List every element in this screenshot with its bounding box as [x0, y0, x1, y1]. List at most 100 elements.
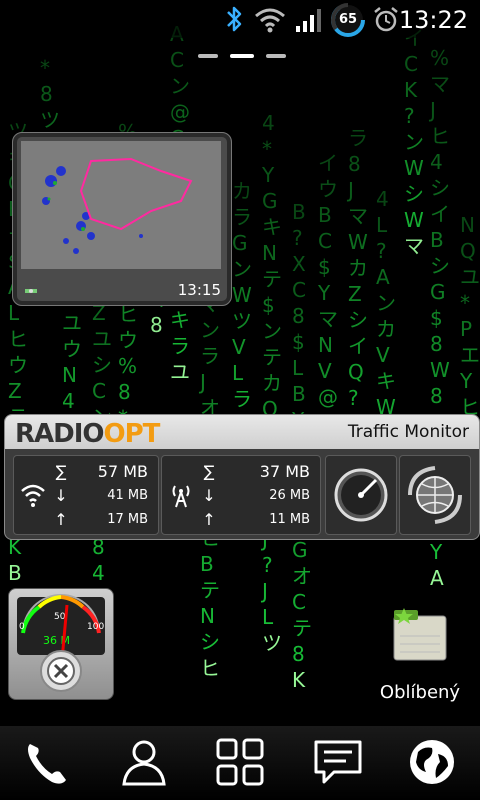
- svg-text:8: 8: [118, 380, 131, 404]
- mobile-total-value: 37 MB: [259, 462, 310, 481]
- svg-text:ン: ン: [170, 74, 190, 98]
- svg-text:C: C: [404, 52, 418, 76]
- traffic-monitor-widget[interactable]: RADIOOPT Traffic Monitor ∑ 57 MB ↓ 41 MB…: [4, 414, 480, 540]
- svg-text:%: %: [430, 46, 449, 70]
- favorites-folder-icon[interactable]: [392, 606, 448, 662]
- svg-text:イ: イ: [430, 202, 450, 226]
- svg-text:Q: Q: [348, 360, 364, 384]
- speedometer-icon: [334, 468, 388, 522]
- svg-text:ン: ン: [404, 130, 424, 154]
- globe-arrows-icon: [408, 466, 462, 524]
- svg-text:キ: キ: [262, 215, 282, 239]
- radioopt-logo: RADIOOPT: [15, 419, 160, 449]
- traffic-monitor-title: Traffic Monitor: [347, 422, 469, 442]
- svg-text:カ: カ: [348, 256, 368, 280]
- svg-text:K: K: [404, 78, 418, 102]
- svg-text:N: N: [262, 241, 277, 265]
- alarm-icon: [374, 7, 398, 32]
- svg-text:K: K: [292, 668, 306, 692]
- total-symbol: ∑: [55, 462, 67, 481]
- svg-text:B: B: [292, 382, 306, 406]
- svg-text:ラ: ラ: [348, 126, 368, 150]
- svg-text:$: $: [262, 293, 275, 317]
- svg-text:?: ?: [292, 226, 303, 250]
- signal-icon: [296, 9, 321, 32]
- svg-text:テ: テ: [262, 345, 282, 369]
- svg-text:マ: マ: [430, 72, 450, 96]
- svg-text:4: 4: [430, 150, 443, 174]
- contacts-icon[interactable]: [116, 734, 172, 790]
- speedometer-button[interactable]: [325, 455, 397, 535]
- svg-text:Z: Z: [348, 282, 362, 306]
- svg-text:N: N: [62, 363, 77, 387]
- svg-text:W: W: [404, 156, 424, 180]
- svg-text:4: 4: [92, 561, 105, 585]
- svg-text:ユ: ユ: [460, 265, 480, 289]
- download-symbol: ↓: [202, 486, 216, 505]
- svg-text:ユ: ユ: [62, 311, 82, 335]
- svg-text:G: G: [232, 231, 248, 255]
- svg-text:8: 8: [430, 332, 443, 356]
- network-settings-button[interactable]: [399, 455, 471, 535]
- wifi-icon: [255, 8, 285, 33]
- svg-text:Y: Y: [429, 540, 443, 564]
- svg-text:W: W: [404, 208, 424, 232]
- svg-text:@: @: [170, 100, 190, 124]
- svg-text:Y: Y: [317, 281, 331, 305]
- svg-text:キ: キ: [170, 308, 190, 332]
- svg-text:L: L: [232, 361, 244, 385]
- svg-text:ウ: ウ: [318, 177, 338, 201]
- svg-text:J: J: [346, 178, 354, 202]
- svg-text:Y: Y: [261, 163, 275, 187]
- svg-text:W: W: [430, 358, 450, 382]
- svg-text:ラ: ラ: [232, 205, 252, 229]
- svg-text:*: *: [460, 291, 470, 315]
- svg-text:オ: オ: [292, 564, 312, 588]
- svg-text:8: 8: [292, 304, 305, 328]
- svg-text:L: L: [262, 605, 274, 629]
- svg-text:ツ: ツ: [40, 108, 60, 132]
- svg-text:W: W: [348, 230, 368, 254]
- svg-text:エ: エ: [460, 343, 480, 367]
- svg-text:G: G: [292, 538, 308, 562]
- svg-text:シ: シ: [404, 182, 424, 206]
- radar-timestamp: 13:15: [177, 281, 221, 299]
- svg-text:?: ?: [262, 553, 273, 577]
- phone-icon[interactable]: [18, 734, 74, 790]
- browser-globe-icon[interactable]: [404, 734, 460, 790]
- svg-text:ウ: ウ: [8, 353, 28, 377]
- apps-grid-icon[interactable]: [212, 734, 268, 790]
- gauge-dial: 0 50 100 36 M: [17, 594, 105, 692]
- weather-radar-widget[interactable]: 13:15: [12, 132, 232, 306]
- svg-text:4: 4: [262, 111, 275, 135]
- svg-text:ン: ン: [232, 257, 252, 281]
- messaging-icon[interactable]: [310, 734, 366, 790]
- svg-text:カ: カ: [232, 179, 252, 203]
- svg-text:ヒ: ヒ: [430, 124, 450, 148]
- svg-text:C: C: [292, 278, 306, 302]
- svg-text:C: C: [292, 590, 306, 614]
- dock-bar: [0, 726, 480, 800]
- page-indicator-dot-3: [266, 54, 286, 58]
- svg-text:8: 8: [40, 82, 53, 106]
- download-symbol: ↓: [54, 486, 68, 505]
- svg-text:L: L: [292, 356, 304, 380]
- svg-text:B: B: [430, 228, 444, 252]
- favorites-shortcut-label[interactable]: Oblíbený: [372, 680, 468, 708]
- svg-text:シ: シ: [92, 353, 112, 377]
- svg-text:A: A: [376, 265, 390, 289]
- upload-symbol: ↑: [54, 510, 68, 529]
- svg-text:ラ: ラ: [170, 334, 190, 358]
- svg-text:8: 8: [430, 384, 443, 408]
- svg-text:ツ: ツ: [262, 631, 282, 655]
- svg-text:?: ?: [348, 386, 359, 410]
- page-indicator-dot-1: [198, 54, 218, 58]
- battery-level-text: 65: [338, 12, 358, 27]
- gauge-tick-50: 50: [54, 612, 66, 622]
- svg-text:テ: テ: [292, 616, 312, 640]
- memory-gauge-widget[interactable]: 0 50 100 36 M: [8, 588, 114, 700]
- svg-text:カ: カ: [262, 371, 282, 395]
- status-bar: 65 13:22: [0, 0, 480, 38]
- svg-text:B: B: [8, 561, 22, 585]
- svg-text:ツ: ツ: [232, 309, 252, 333]
